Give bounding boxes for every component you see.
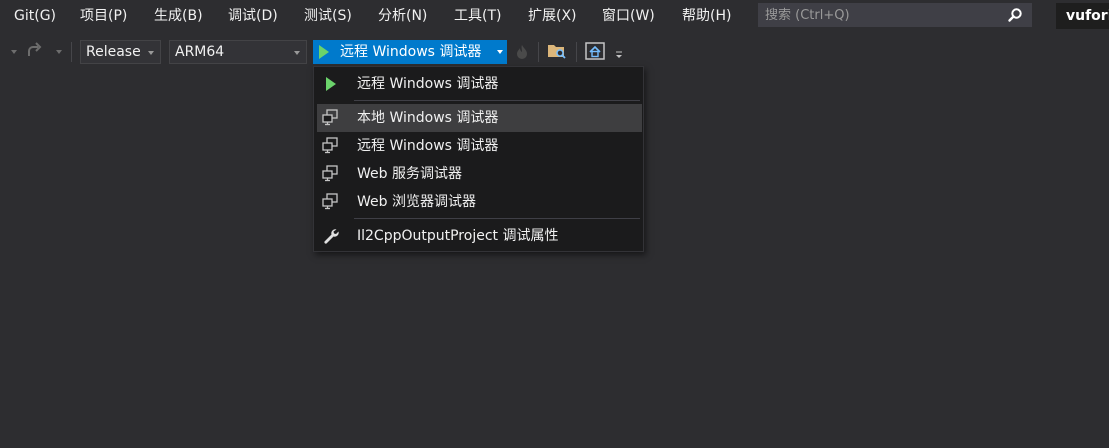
redo-dropdown-icon[interactable] (56, 50, 62, 54)
menu-item-label: 本地 Windows 调试器 (357, 110, 499, 126)
computer-icon (322, 137, 338, 154)
search-icon[interactable] (1007, 7, 1023, 23)
visual-studio-window: Git(G) 项目(P) 生成(B) 调试(D) 测试(S) 分析(N) 工具(… (0, 0, 1109, 448)
home-window-icon[interactable] (585, 42, 605, 60)
menu-item-web-service-debugger[interactable]: Web 服务调试器 (317, 160, 642, 188)
play-icon (326, 77, 336, 91)
menu-extensions[interactable]: 扩展(X) (528, 0, 577, 32)
toolbar-overflow-icon[interactable] (614, 50, 624, 60)
chevron-down-icon (148, 51, 154, 55)
play-icon (319, 45, 329, 59)
toolbar-separator (576, 42, 577, 62)
computer-icon (322, 165, 338, 182)
menu-separator (354, 100, 640, 101)
menu-git[interactable]: Git(G) (14, 0, 56, 32)
folder-search-icon[interactable] (547, 42, 567, 60)
chevron-down-icon (294, 51, 300, 55)
menu-item-label: Web 浏览器调试器 (357, 194, 476, 210)
menu-item-web-browser-debugger[interactable]: Web 浏览器调试器 (317, 188, 642, 216)
menu-item-debug-properties[interactable]: Il2CppOutputProject 调试属性 (317, 222, 642, 250)
start-debugging-label: 远程 Windows 调试器 (340, 44, 482, 60)
hot-reload-icon[interactable] (515, 44, 529, 60)
menu-item-label: 远程 Windows 调试器 (357, 76, 499, 92)
computer-icon (322, 109, 338, 126)
menu-help[interactable]: 帮助(H) (682, 0, 731, 32)
search-box[interactable] (758, 3, 1032, 27)
menu-item-label: Web 服务调试器 (357, 166, 462, 182)
menu-item-label: 远程 Windows 调试器 (357, 138, 499, 154)
menu-window[interactable]: 窗口(W) (602, 0, 655, 32)
platform-value: ARM64 (175, 44, 225, 60)
solution-name-badge[interactable]: vufori (1056, 3, 1109, 29)
menu-item-local-windows-debugger[interactable]: 本地 Windows 调试器 (317, 104, 642, 132)
configuration-combo[interactable]: Release (80, 40, 161, 64)
menu-bar: Git(G) 项目(P) 生成(B) 调试(D) 测试(S) 分析(N) 工具(… (0, 0, 1109, 32)
undo-dropdown-icon[interactable] (11, 50, 17, 54)
platform-combo[interactable]: ARM64 (169, 40, 307, 64)
menu-item-remote-windows-debugger[interactable]: 远程 Windows 调试器 (317, 132, 642, 160)
toolbar-separator (71, 42, 72, 62)
toolbar-separator (538, 42, 539, 62)
redo-icon[interactable] (25, 42, 43, 60)
computer-icon (322, 193, 338, 210)
menu-separator (354, 218, 640, 219)
configuration-value: Release (86, 44, 141, 60)
debugger-dropdown-button[interactable] (493, 40, 507, 64)
start-debugging-button[interactable]: 远程 Windows 调试器 (313, 40, 507, 64)
menu-item-label: Il2CppOutputProject 调试属性 (357, 228, 559, 244)
menu-project[interactable]: 项目(P) (80, 0, 127, 32)
menu-debug[interactable]: 调试(D) (228, 0, 278, 32)
search-input[interactable] (759, 4, 1005, 26)
debugger-target-menu: 远程 Windows 调试器 本地 Windows 调试器 远程 Windows… (313, 66, 644, 252)
menu-tools[interactable]: 工具(T) (454, 0, 501, 32)
menu-test[interactable]: 测试(S) (304, 0, 352, 32)
menu-build[interactable]: 生成(B) (154, 0, 203, 32)
menu-analyze[interactable]: 分析(N) (378, 0, 427, 32)
wrench-icon (324, 229, 339, 244)
menu-item-remote-windows-debugger-start[interactable]: 远程 Windows 调试器 (317, 70, 642, 98)
toolbar: Release ARM64 远程 Windows 调试器 (0, 32, 1109, 70)
